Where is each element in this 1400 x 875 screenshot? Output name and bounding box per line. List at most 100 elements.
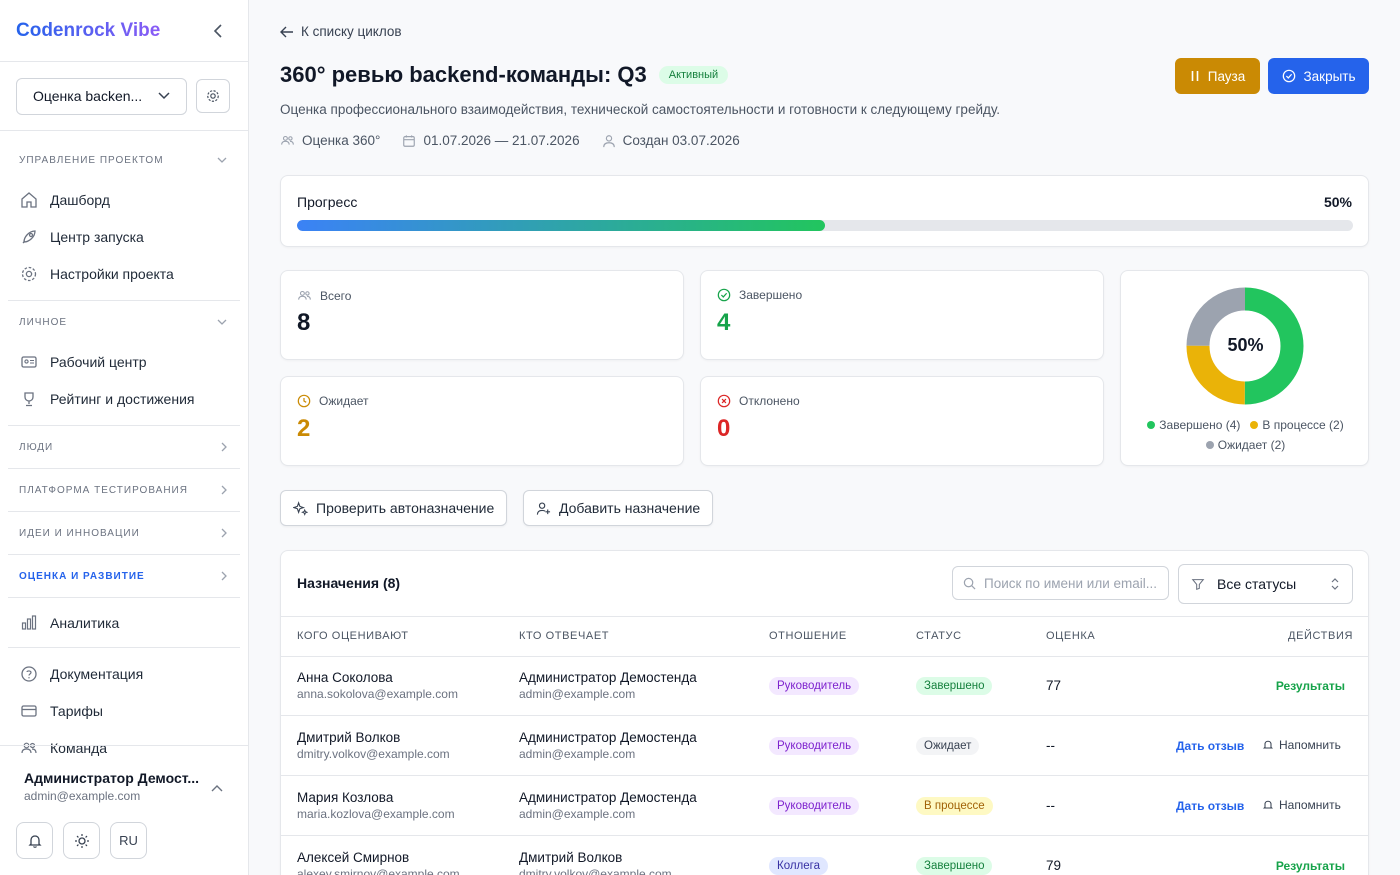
chevron-right-icon <box>221 528 227 538</box>
give-feedback-link[interactable]: Дать отзыв <box>1176 799 1244 813</box>
meta-created: Создан 03.07.2026 <box>602 133 740 148</box>
project-settings-button[interactable] <box>196 79 230 113</box>
sparkles-icon <box>293 500 308 516</box>
search-placeholder: Поиск по имени или email... <box>984 575 1158 591</box>
user-name: Администратор Демост... <box>24 770 200 786</box>
remind-label: Напомнить <box>1279 738 1341 752</box>
stat-rejected-label: Отклонено <box>739 394 800 408</box>
stat-total-header: Всего <box>297 288 351 303</box>
remind-button[interactable]: Напомнить <box>1262 798 1341 812</box>
stat-total-card: Всего 8 <box>280 270 684 360</box>
user-email: admin@example.com <box>24 789 141 803</box>
status-filter-select[interactable]: Все статусы <box>1178 564 1353 604</box>
reviewee-email: anna.sokolova@example.com <box>297 687 458 701</box>
remind-button[interactable]: Напомнить <box>1262 738 1341 752</box>
sidebar-item-label: Аналитика <box>50 614 120 631</box>
meta-dates: 01.07.2026 — 21.07.2026 <box>402 133 580 148</box>
chevron-right-icon <box>221 442 227 452</box>
col-relation[interactable]: Отношение <box>769 630 847 642</box>
theme-toggle-button[interactable] <box>63 822 100 859</box>
status-badge: Завершено <box>916 677 993 695</box>
chevron-right-icon <box>221 485 227 495</box>
meta-row: Оценка 360° 01.07.2026 — 21.07.2026 Созд… <box>280 133 740 148</box>
remind-label: Напомнить <box>1279 798 1341 812</box>
pause-button[interactable]: Пауза <box>1175 58 1260 94</box>
sidebar-item-docs[interactable]: Документация <box>0 655 248 692</box>
chevron-down-icon <box>217 157 227 163</box>
respondent-cell: Администратор Демостенда admin@example.c… <box>519 790 697 821</box>
notifications-button[interactable] <box>16 822 53 859</box>
sidebar-item-label: Дашборд <box>50 191 110 208</box>
search-input[interactable]: Поиск по имени или email... <box>952 566 1169 600</box>
reviewee-email: maria.kozlova@example.com <box>297 807 455 821</box>
respondent-cell: Дмитрий Волков dmitry.volkov@example.com <box>519 850 672 875</box>
project-select-label: Оценка backen... <box>33 88 143 104</box>
results-link[interactable]: Результаты <box>1276 679 1345 693</box>
legend-label: Завершено (4) <box>1159 418 1241 432</box>
chevron-updown-icon <box>1331 578 1339 590</box>
check-circle-icon <box>1282 69 1295 83</box>
section-people[interactable]: Люди <box>0 426 248 468</box>
stat-done-value: 4 <box>717 309 731 336</box>
add-assignment-button[interactable]: Добавить назначение <box>523 490 714 526</box>
status-filter-label: Все статусы <box>1217 576 1297 592</box>
sidebar-item-label: Центр запуска <box>50 228 144 245</box>
respondent-name: Администратор Демостенда <box>519 790 697 805</box>
stat-total-value: 8 <box>297 309 311 336</box>
close-cycle-button[interactable]: Закрыть <box>1268 58 1369 94</box>
legend-dot <box>1147 421 1156 429</box>
reviewee-email: alexey.smirnov@example.com <box>297 867 460 875</box>
brand-row: Codenrock Vibe <box>0 0 248 62</box>
sidebar-item-label: Тарифы <box>50 702 103 719</box>
status-badge: В процессе <box>916 797 993 815</box>
sidebar-item-rating[interactable]: Рейтинг и достижения <box>0 380 248 417</box>
sidebar-item-label: Рабочий центр <box>50 353 147 370</box>
sidebar: Codenrock Vibe Оценка backen... Управлен… <box>0 0 249 875</box>
sidebar-item-launch-center[interactable]: Центр запуска <box>0 218 248 255</box>
results-link[interactable]: Результаты <box>1276 859 1345 873</box>
respondent-cell: Администратор Демостенда admin@example.c… <box>519 670 697 701</box>
users-icon <box>281 135 294 145</box>
meta-type-label: Оценка 360° <box>302 133 381 148</box>
score-value: 79 <box>1046 858 1062 873</box>
sidebar-item-analytics[interactable]: Аналитика <box>0 604 248 641</box>
user-menu[interactable]: Администратор Демост... admin@example.co… <box>0 745 248 803</box>
close-button-label: Закрыть <box>1303 68 1356 84</box>
section-ideas[interactable]: Идеи и инновации <box>0 512 248 554</box>
gear-icon <box>21 266 37 281</box>
legend-dot <box>1205 441 1214 449</box>
col-score[interactable]: Оценка <box>1046 630 1095 642</box>
section-testing-platform[interactable]: Платформа тестирования <box>0 469 248 511</box>
collapse-sidebar-icon[interactable] <box>210 23 226 39</box>
project-select[interactable]: Оценка backen... <box>16 77 187 115</box>
check-autoassign-button[interactable]: Проверить автоназначение <box>280 490 508 526</box>
sidebar-item-project-settings[interactable]: Настройки проекта <box>0 255 248 292</box>
col-who[interactable]: Кого оценивают <box>297 630 409 642</box>
stat-pending-value: 2 <box>297 415 311 442</box>
col-respondent[interactable]: Кто отвечает <box>519 630 609 642</box>
sidebar-item-dashboard[interactable]: Дашборд <box>0 181 248 218</box>
legend-dot <box>1250 421 1259 429</box>
legend-item-done: Завершено (4) <box>1147 415 1240 435</box>
chevron-up-icon[interactable] <box>211 779 223 797</box>
section-evaluation[interactable]: Оценка и развитие <box>0 555 248 597</box>
col-status[interactable]: Статус <box>916 630 962 642</box>
table-row: Мария Козлова maria.kozlova@example.com … <box>281 777 1368 836</box>
language-button[interactable]: RU <box>110 822 147 859</box>
brand-logo[interactable]: Codenrock Vibe <box>16 20 160 42</box>
back-link[interactable]: К списку циклов <box>280 24 402 39</box>
section-label: Идеи и инновации <box>19 527 140 539</box>
stat-done-label: Завершено <box>739 288 803 302</box>
section-label: Личное <box>19 316 68 328</box>
section-personal[interactable]: Личное <box>0 301 248 343</box>
meta-created-label: Создан 03.07.2026 <box>622 133 740 148</box>
section-project-management[interactable]: Управление проектом <box>0 139 248 181</box>
main-content: К списку циклов 360° ревью backend-коман… <box>249 0 1400 875</box>
sidebar-item-workspace[interactable]: Рабочий центр <box>0 343 248 380</box>
table-row: Дмитрий Волков dmitry.volkov@example.com… <box>281 717 1368 776</box>
give-feedback-link[interactable]: Дать отзыв <box>1176 739 1244 753</box>
sidebar-item-pricing[interactable]: Тарифы <box>0 692 248 729</box>
stat-total-label: Всего <box>320 288 352 303</box>
relation-badge: Коллега <box>769 857 828 875</box>
status-badge: Завершено <box>916 857 993 875</box>
